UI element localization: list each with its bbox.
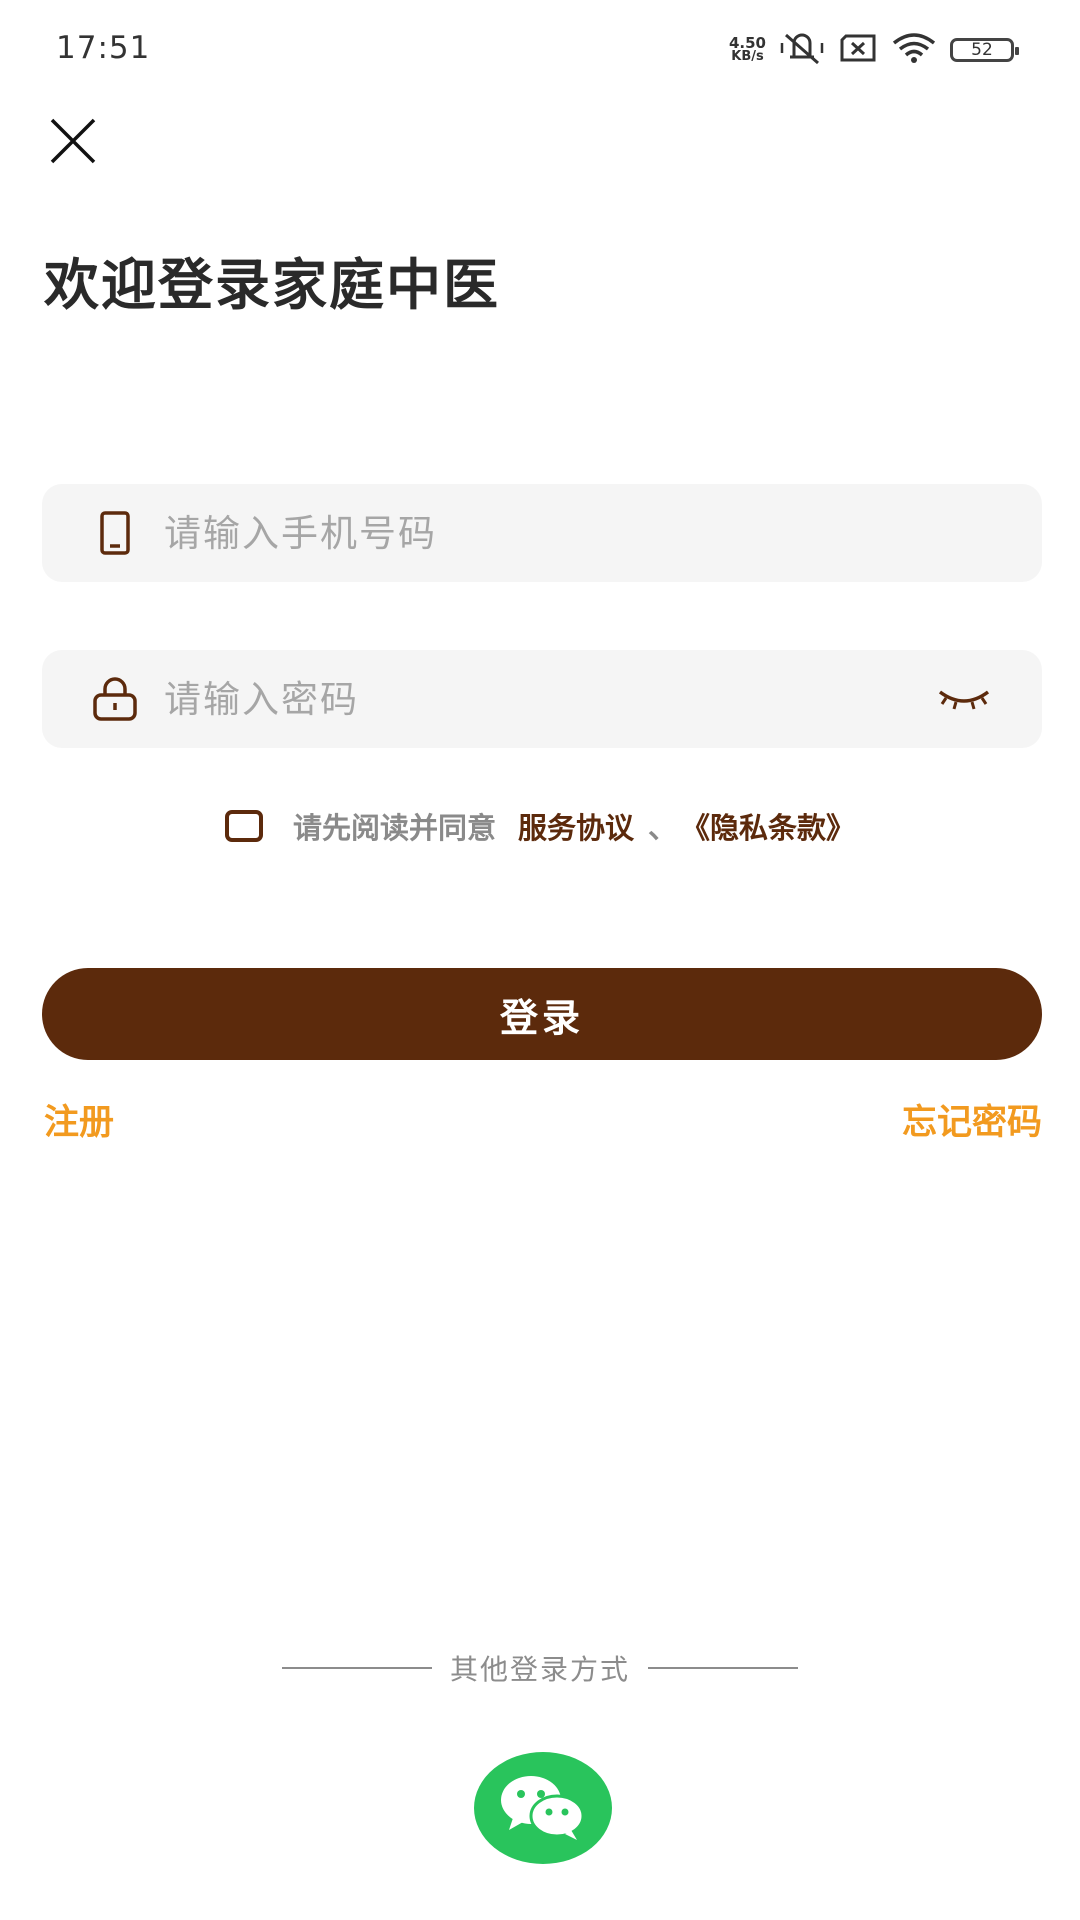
status-bar: 17:51 4.50 KB/s 52 xyxy=(0,0,1080,100)
privacy-policy-link[interactable]: 《隐私条款》 xyxy=(681,805,855,847)
agreement-separator: 、 xyxy=(648,811,678,845)
net-speed-icon: 4.50 KB/s xyxy=(729,36,766,64)
password-visibility-toggle[interactable] xyxy=(934,679,994,719)
password-input[interactable] xyxy=(162,676,934,722)
battery-icon: 52 xyxy=(950,38,1019,62)
password-field[interactable] xyxy=(42,650,1042,748)
register-link[interactable]: 注册 xyxy=(44,1094,114,1145)
close-icon xyxy=(50,118,96,164)
wifi-icon xyxy=(892,32,936,68)
phone-input[interactable] xyxy=(162,510,1042,556)
battery-level: 52 xyxy=(971,40,993,60)
wechat-login-button[interactable] xyxy=(474,1752,612,1864)
page-title: 欢迎登录家庭中医 xyxy=(44,253,501,317)
mute-vibrate-icon xyxy=(780,31,824,69)
phone-icon xyxy=(90,508,140,558)
phone-field[interactable] xyxy=(42,484,1042,582)
service-agreement-link[interactable]: 服务协议 xyxy=(518,805,634,847)
status-time: 17:51 xyxy=(56,30,151,66)
agreement-prefix: 请先阅读并同意 xyxy=(292,811,496,845)
agreement-checkbox[interactable] xyxy=(224,810,263,842)
status-icons: 4.50 KB/s 52 xyxy=(729,30,1019,70)
no-sim-icon xyxy=(838,33,878,67)
divider-line-left xyxy=(281,1667,432,1669)
other-login-label: 其他登录方式 xyxy=(449,1653,630,1686)
divider-line-right xyxy=(648,1667,798,1669)
login-button[interactable]: 登录 xyxy=(42,968,1042,1060)
close-button[interactable] xyxy=(44,112,102,170)
net-speed-unit: KB/s xyxy=(731,49,764,64)
agreement-row: 请先阅读并同意 服务协议 、 《隐私条款》 xyxy=(0,804,1080,848)
lock-icon xyxy=(90,674,140,724)
wechat-icon xyxy=(501,1776,585,1840)
eye-closed-icon xyxy=(938,690,990,710)
forgot-password-link[interactable]: 忘记密码 xyxy=(902,1094,1042,1145)
other-login-divider: 其他登录方式 xyxy=(0,1648,1080,1688)
net-speed-value: 4.50 xyxy=(728,34,766,52)
